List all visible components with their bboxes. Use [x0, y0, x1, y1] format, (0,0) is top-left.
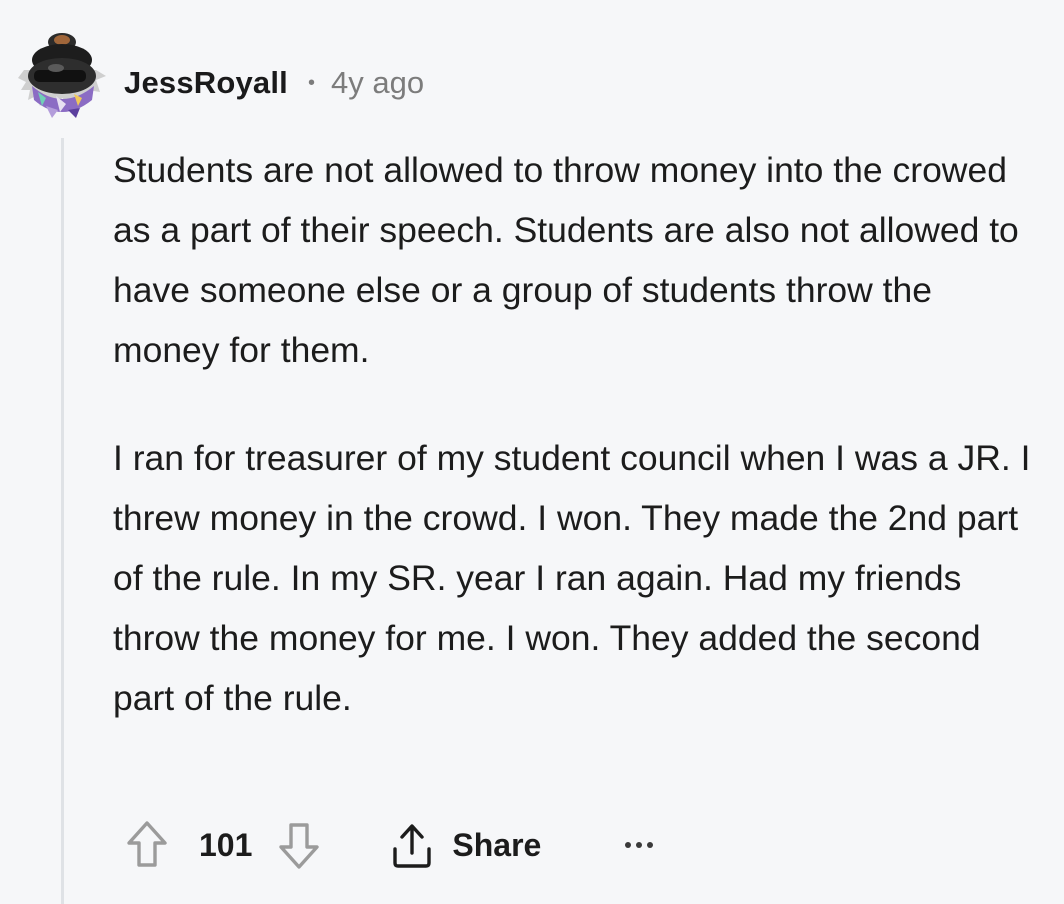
- thread-line[interactable]: [61, 138, 64, 904]
- comment-body: Students are not allowed to throw money …: [113, 140, 1043, 728]
- timestamp[interactable]: 4y ago: [331, 65, 424, 101]
- upvote-arrow-icon[interactable]: [126, 820, 168, 870]
- comment: JessRoyall • 4y ago Students are not all…: [0, 0, 1064, 904]
- avatar[interactable]: [16, 26, 108, 126]
- downvote-arrow-icon[interactable]: [278, 820, 320, 870]
- meta-separator: •: [308, 71, 316, 94]
- more-options-icon[interactable]: [625, 842, 654, 848]
- comment-meta: JessRoyall • 4y ago: [124, 60, 424, 106]
- comment-paragraph: Students are not allowed to throw money …: [113, 150, 1019, 370]
- more-dot: [625, 842, 632, 848]
- share-label: Share: [452, 826, 542, 863]
- comment-paragraph: I ran for treasurer of my student counci…: [113, 438, 1031, 718]
- comment-actions: 101 Share: [126, 818, 654, 872]
- vote-score: 101: [199, 826, 253, 863]
- username[interactable]: JessRoyall: [124, 65, 288, 101]
- more-dot: [647, 842, 654, 848]
- share-upload-icon: [393, 824, 432, 868]
- share-button[interactable]: Share: [390, 821, 541, 869]
- more-dot: [636, 842, 643, 848]
